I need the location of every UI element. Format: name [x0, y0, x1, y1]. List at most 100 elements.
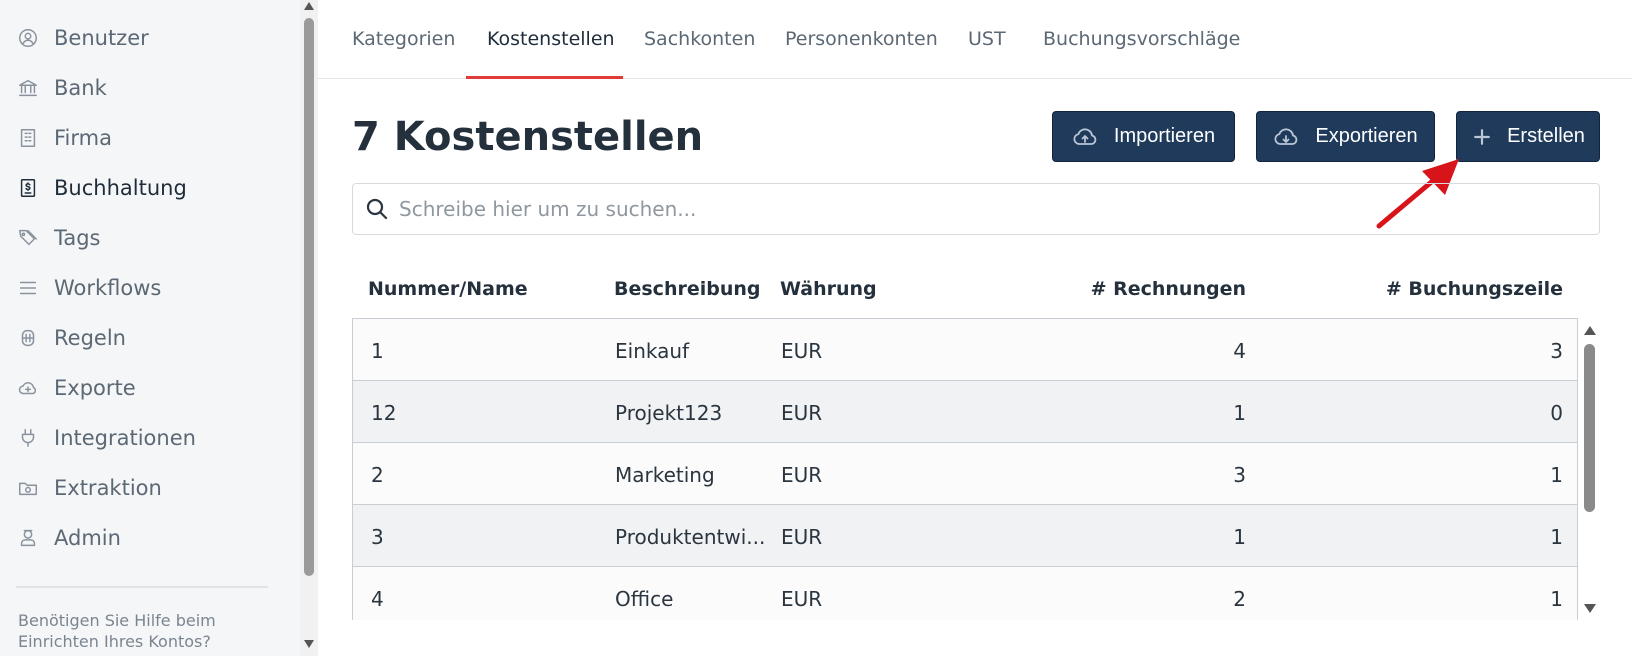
sidebar-item-label: Bank: [54, 76, 107, 100]
cell-booking-lines: 1: [1550, 463, 1563, 487]
cell-booking-lines: 0: [1550, 401, 1563, 425]
sidebar-item-extraktion[interactable]: Extraktion: [16, 468, 162, 508]
cloud-export-icon: [16, 376, 40, 400]
sidebar-item-tags[interactable]: Tags: [16, 218, 101, 258]
cell-currency: EUR: [781, 463, 823, 487]
import-button[interactable]: Importieren: [1052, 111, 1235, 162]
scroll-down-arrow-icon[interactable]: [1584, 604, 1596, 613]
sidebar-item-integrationen[interactable]: Integrationen: [16, 418, 196, 458]
bank-icon: [16, 76, 40, 100]
cell-invoices: 1: [1233, 401, 1246, 425]
sidebar-item-benutzer[interactable]: Benutzer: [16, 18, 149, 58]
cell-description: Marketing: [615, 463, 715, 487]
user-circle-icon: [16, 26, 40, 50]
cell-currency: EUR: [781, 587, 823, 611]
sidebar-item-regeln[interactable]: Regeln: [16, 318, 126, 358]
sidebar-item-label: Integrationen: [54, 426, 196, 450]
cell-description: Projekt123: [615, 401, 723, 425]
building-icon: [16, 126, 40, 150]
scrollbar-thumb[interactable]: [1584, 344, 1595, 512]
sidebar-item-label: Regeln: [54, 326, 126, 350]
tab-personenkonten[interactable]: Personenkonten: [785, 28, 938, 50]
search-icon: [366, 198, 388, 220]
sidebar-item-label: Extraktion: [54, 476, 162, 500]
cell-invoices: 2: [1233, 587, 1246, 611]
table-row[interactable]: 12 Projekt123 EUR 1 0: [353, 381, 1577, 443]
cell-booking-lines: 3: [1550, 339, 1563, 363]
cell-name: 1: [371, 339, 384, 363]
tab-buchungsvorschlaege[interactable]: Buchungsvorschläge: [1043, 28, 1240, 50]
tags-icon: [16, 226, 40, 250]
sidebar-scrollbar[interactable]: [300, 0, 318, 656]
cloud-upload-icon: [1073, 127, 1097, 145]
table-row[interactable]: 2 Marketing EUR 3 1: [353, 443, 1577, 505]
export-button-label: Exportieren: [1315, 125, 1418, 147]
table-row[interactable]: 4 Office EUR 2 1: [353, 567, 1577, 620]
sidebar-item-label: Buchhaltung: [54, 176, 187, 200]
cell-name: 12: [371, 401, 397, 425]
cell-invoices: 1: [1233, 525, 1246, 549]
active-tab-underline: [466, 76, 623, 79]
admin-icon: [16, 526, 40, 550]
import-button-label: Importieren: [1113, 125, 1216, 147]
cell-description: Produktentwi...: [615, 525, 766, 549]
rules-icon: [16, 326, 40, 350]
cell-description: Office: [615, 587, 674, 611]
sidebar-item-label: Workflows: [54, 276, 162, 300]
search-box[interactable]: [352, 183, 1600, 235]
scroll-up-arrow-icon[interactable]: [304, 2, 314, 10]
sidebar-item-label: Admin: [54, 526, 121, 550]
table-row[interactable]: 3 Produktentwi... EUR 1 1: [353, 505, 1577, 567]
plus-icon: [1474, 128, 1490, 145]
cell-description: Einkauf: [615, 339, 690, 363]
column-header-invoices[interactable]: # Rechnungen: [1000, 278, 1246, 300]
page-title: 7 Kostenstellen: [352, 114, 704, 160]
cell-currency: EUR: [781, 401, 823, 425]
cell-booking-lines: 1: [1550, 525, 1563, 549]
help-text: Benötigen Sie Hilfe beim Einrichten Ihre…: [18, 611, 216, 651]
cell-name: 3: [371, 525, 384, 549]
tab-sachkonten[interactable]: Sachkonten: [644, 28, 755, 50]
scrollbar-thumb[interactable]: [304, 18, 314, 576]
cloud-download-icon: [1274, 127, 1298, 145]
folder-extract-icon: [16, 476, 40, 500]
sidebar-item-exporte[interactable]: Exporte: [16, 368, 136, 408]
sidebar-item-label: Firma: [54, 126, 112, 150]
table-scrollbar[interactable]: [1578, 318, 1600, 620]
sidebar-item-buchhaltung[interactable]: Buchhaltung: [16, 168, 187, 208]
cell-invoices: 3: [1233, 463, 1246, 487]
sidebar-item-label: Exporte: [54, 376, 136, 400]
cell-currency: EUR: [781, 525, 823, 549]
tab-kategorien[interactable]: Kategorien: [352, 28, 455, 50]
cell-currency: EUR: [781, 339, 823, 363]
sidebar-divider: [16, 586, 268, 588]
sidebar-item-admin[interactable]: Admin: [16, 518, 121, 558]
document-dollar-icon: [16, 176, 40, 200]
sidebar-item-firma[interactable]: Firma: [16, 118, 112, 158]
scroll-up-arrow-icon[interactable]: [1584, 326, 1596, 335]
sidebar-item-bank[interactable]: Bank: [16, 68, 107, 108]
cell-name: 4: [371, 587, 384, 611]
tab-ust[interactable]: UST: [968, 28, 1006, 50]
create-button[interactable]: Erstellen: [1456, 111, 1600, 162]
plug-icon: [16, 426, 40, 450]
tab-bar: Kategorien Kostenstellen Sachkonten Pers…: [318, 0, 1632, 79]
column-header-description[interactable]: Beschreibung: [614, 278, 761, 300]
column-header-name[interactable]: Nummer/Name: [368, 278, 528, 300]
table-body: 1 Einkauf EUR 4 3 12 Projekt123 EUR 1 0 …: [352, 318, 1578, 620]
cell-name: 2: [371, 463, 384, 487]
sidebar-item-workflows[interactable]: Workflows: [16, 268, 161, 308]
sidebar-item-label: Tags: [54, 226, 101, 250]
list-icon: [16, 276, 40, 300]
search-input[interactable]: [399, 197, 1579, 221]
column-header-currency[interactable]: Währung: [780, 278, 877, 300]
sidebar: Benutzer Bank Firma Buchhaltung Tags Wor…: [0, 0, 300, 656]
cell-invoices: 4: [1233, 339, 1246, 363]
tab-kostenstellen[interactable]: Kostenstellen: [487, 28, 615, 50]
scroll-down-arrow-icon[interactable]: [304, 640, 314, 648]
cell-booking-lines: 1: [1550, 587, 1563, 611]
column-header-booking-lines[interactable]: # Buchungszeile: [1280, 278, 1563, 300]
table-row[interactable]: 1 Einkauf EUR 4 3: [353, 319, 1577, 381]
create-button-label: Erstellen: [1507, 125, 1585, 147]
sidebar-item-label: Benutzer: [54, 26, 149, 50]
